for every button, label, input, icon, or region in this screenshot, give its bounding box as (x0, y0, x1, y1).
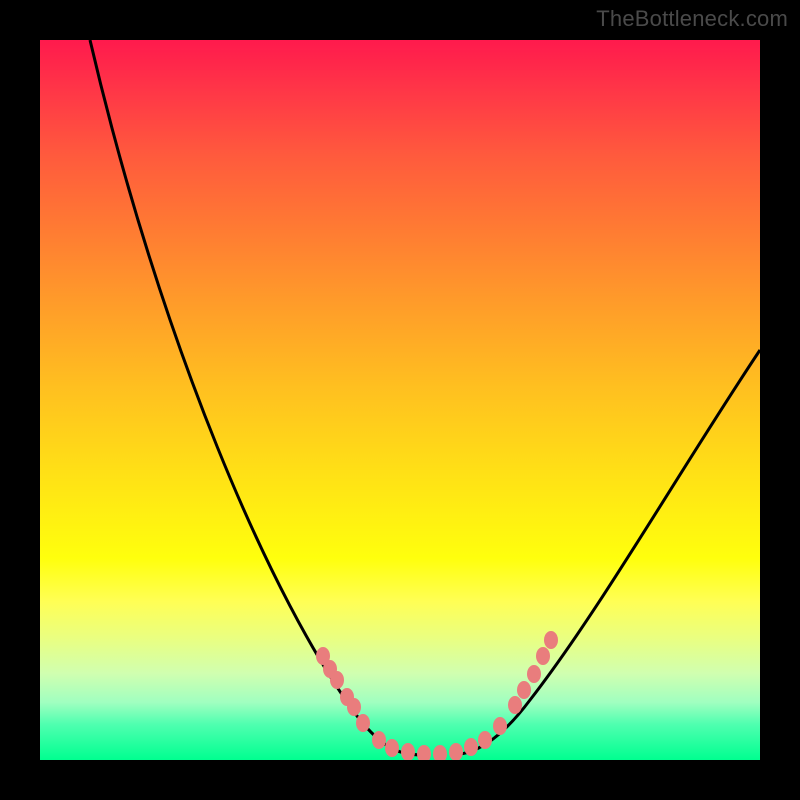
curve-marker (544, 631, 558, 649)
curve-marker (385, 739, 399, 757)
marker-group (316, 631, 558, 760)
left-curve (90, 40, 425, 755)
curve-marker (372, 731, 386, 749)
curve-marker (330, 671, 344, 689)
curve-marker (493, 717, 507, 735)
curve-marker (517, 681, 531, 699)
curve-marker (527, 665, 541, 683)
curve-marker (356, 714, 370, 732)
chart-plot-area (40, 40, 760, 760)
curve-marker (478, 731, 492, 749)
curve-marker (417, 745, 431, 760)
curve-marker (449, 743, 463, 760)
curve-marker (508, 696, 522, 714)
curve-marker (347, 698, 361, 716)
curve-marker (433, 745, 447, 760)
curve-marker (536, 647, 550, 665)
right-curve (450, 350, 760, 755)
curve-marker (464, 738, 478, 756)
chart-svg (40, 40, 760, 760)
watermark-text: TheBottleneck.com (596, 6, 788, 32)
curve-marker (401, 743, 415, 760)
